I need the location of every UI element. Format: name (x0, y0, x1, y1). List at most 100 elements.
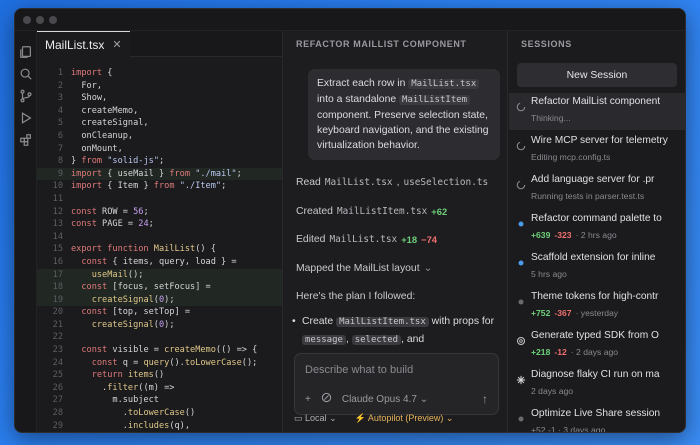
additions-count: +639 (531, 230, 551, 240)
code-line[interactable]: 11 (37, 193, 282, 206)
code-text: const PAGE = 24; (71, 219, 154, 230)
run-debug-icon[interactable] (19, 111, 33, 125)
code-line[interactable]: 30 ) (37, 432, 282, 433)
composer-input[interactable]: Describe what to build (305, 364, 413, 376)
code-text: createSignal(0); (91, 319, 175, 330)
code-line[interactable]: 4 createMemo, (37, 105, 282, 118)
session-title: Generate typed SDK from O (531, 330, 659, 341)
new-session-button[interactable]: New Session (517, 63, 677, 87)
code-line[interactable]: 15 export function MailList() { (37, 243, 282, 256)
code-line[interactable]: 3 Show, (37, 92, 282, 105)
file-link[interactable]: useSelection.ts (403, 177, 488, 188)
code-line[interactable]: 25 return items() (37, 369, 282, 382)
code-line[interactable]: 12 const ROW = 56; (37, 206, 282, 219)
code-line[interactable]: 20 const [top, setTop] = (37, 306, 282, 319)
blue-dot-icon (516, 216, 526, 227)
file-link[interactable]: MailList.tsx (325, 177, 393, 188)
chevron-down-icon: ⌄ (419, 393, 429, 405)
deletions-count: −74 (421, 234, 438, 245)
code-line[interactable]: 9 import { useMail } from "./mail"; (37, 167, 282, 181)
code-line[interactable]: 8} from "solid-js"; (37, 155, 282, 168)
session-title: Theme tokens for high-contr (531, 291, 659, 302)
session-item[interactable]: Scaffold extension for inline 5 hrs ago (509, 249, 685, 286)
line-number: 20 (52, 307, 63, 318)
code-line[interactable]: 22 (37, 331, 282, 344)
autopilot-selector[interactable]: ⚡ Autopilot (Preview) ⌄ (355, 413, 454, 424)
code-line[interactable]: 29 .includes(q), (37, 420, 282, 432)
session-time: · 2 days ago (570, 347, 619, 357)
spinner-icon (516, 99, 526, 112)
code-line[interactable]: 1 import { (37, 67, 282, 80)
file-link[interactable]: MailList.tsx (329, 234, 397, 245)
code-text: .toLowerCase() (71, 408, 196, 419)
tab-maillist[interactable]: MailList.tsx ✕ (37, 31, 130, 57)
code-line[interactable]: 13 const PAGE = 24; (37, 218, 282, 231)
code-line[interactable]: 6 onCleanup, (37, 130, 282, 143)
search-icon[interactable] (19, 67, 33, 81)
window-dot-maximize[interactable] (49, 16, 57, 24)
code-line[interactable]: 27 m.subject (37, 394, 282, 407)
additions-count: +62 (431, 206, 448, 217)
file-chip[interactable]: MailListItem.tsx (336, 317, 429, 327)
code-text: useMail(); (91, 269, 144, 280)
blue-dot-icon (516, 255, 526, 266)
chat-composer[interactable]: Describe what to build + Claude Opus 4.7… (294, 353, 499, 415)
code-line[interactable]: 14 (37, 231, 282, 244)
file-link[interactable]: MailListItem.tsx (337, 206, 427, 217)
line-number: 12 (52, 206, 63, 217)
session-title: Diagnose flaky CI run on ma (531, 369, 660, 380)
code-line[interactable]: 7 onMount, (37, 143, 282, 156)
code-line[interactable]: 28 .toLowerCase() (37, 407, 282, 420)
session-item[interactable]: Diagnose flaky CI run on ma 2 days ago (509, 366, 685, 403)
plan-item: • Create MailListItem.tsx with props for… (292, 313, 499, 349)
code-text: .includes(q), (71, 420, 191, 431)
mapped-step[interactable]: Mapped the MailList layout ⌄ (296, 262, 499, 275)
code-line[interactable]: 19 createSignal(0); (37, 293, 282, 307)
code-text: const ROW = 56; (71, 206, 149, 217)
code-text: Show, (71, 93, 108, 104)
code-text: const [top, setTop] = (81, 307, 191, 318)
line-number: 15 (52, 244, 63, 255)
session-item[interactable]: Theme tokens for high-contr +752 -367 · yes… (509, 288, 685, 325)
line-number: 4 (57, 105, 63, 116)
add-context-icon[interactable]: + (305, 394, 311, 405)
code-line[interactable]: 23 const visible = createMemo(() => { (37, 344, 282, 357)
code-text: createSignal, (71, 118, 149, 129)
source-control-icon[interactable] (19, 89, 33, 103)
code-line[interactable]: 18 const [focus, setFocus] = (37, 281, 282, 294)
window-dot-close[interactable] (23, 16, 31, 24)
code-line[interactable]: 10 import { Item } from "./Item"; (37, 180, 282, 193)
code-line[interactable]: 5 createSignal, (37, 117, 282, 130)
line-number: 19 (52, 294, 63, 305)
session-item[interactable]: Wire MCP server for telemetry Editing mcp… (509, 132, 685, 169)
file-chip[interactable]: MailList.tsx (408, 79, 480, 89)
session-subtitle: Editing mcp.config.ts (531, 152, 611, 162)
line-number: 23 (52, 345, 63, 356)
session-item[interactable]: Refactor command palette to +639 -323 · 2 h… (509, 210, 685, 247)
prompt-text: component. Preserve selection state, key… (317, 110, 489, 151)
tools-icon[interactable] (321, 392, 332, 406)
code-text: import { Item } from "./Item"; (71, 181, 227, 192)
code-text: return items() (91, 370, 165, 381)
session-item[interactable]: Optimize Live Share session +52 -1 · 3 da… (509, 405, 685, 432)
session-item[interactable]: Generate typed SDK from O +218 -12 · 2 days… (509, 327, 685, 364)
session-item[interactable]: Add language server for .pr Running tests… (509, 171, 685, 208)
extensions-icon[interactable] (19, 133, 33, 147)
local-selector[interactable]: ▭ Local ⌄ (294, 413, 337, 424)
code-line[interactable]: 26 .filter((m) => (37, 382, 282, 395)
session-item[interactable]: Refactor MailList component Thinking... (509, 93, 685, 130)
code-line[interactable]: 17 useMail(); (37, 268, 282, 282)
code-line[interactable]: 21 createSignal(0); (37, 319, 282, 332)
send-icon[interactable]: ↑ (482, 392, 488, 406)
title-bar (15, 9, 685, 31)
code-line[interactable]: 2 For, (37, 80, 282, 93)
close-icon[interactable]: ✕ (112, 38, 121, 51)
code-line[interactable]: 24 const q = query().toLowerCase(); (37, 357, 282, 370)
model-picker[interactable]: Claude Opus 4.7 ⌄ (342, 394, 428, 405)
code-line[interactable]: 16 const { items, query, load } = (37, 256, 282, 269)
code-lines[interactable]: 1 import {2 For, 3 Show, 4 createMemo, 5 cre… (37, 67, 282, 433)
session-subtitle: +752 -367 · yesterday (531, 308, 679, 318)
chevron-down-icon[interactable]: ⌄ (424, 262, 433, 274)
explorer-icon[interactable] (19, 45, 33, 59)
window-dot-minimize[interactable] (36, 16, 44, 24)
